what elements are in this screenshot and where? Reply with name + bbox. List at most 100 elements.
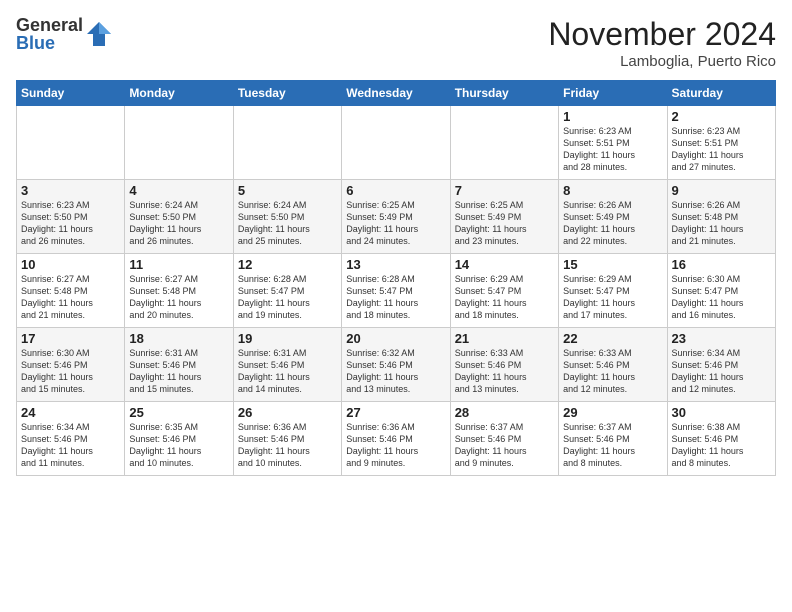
table-cell: 30Sunrise: 6:38 AM Sunset: 5:46 PM Dayli… xyxy=(667,402,775,476)
day-number: 12 xyxy=(238,257,337,272)
day-info: Sunrise: 6:33 AM Sunset: 5:46 PM Dayligh… xyxy=(455,347,554,396)
day-info: Sunrise: 6:24 AM Sunset: 5:50 PM Dayligh… xyxy=(238,199,337,248)
table-cell: 19Sunrise: 6:31 AM Sunset: 5:46 PM Dayli… xyxy=(233,328,341,402)
table-cell: 2Sunrise: 6:23 AM Sunset: 5:51 PM Daylig… xyxy=(667,106,775,180)
day-info: Sunrise: 6:30 AM Sunset: 5:46 PM Dayligh… xyxy=(21,347,120,396)
day-number: 11 xyxy=(129,257,228,272)
day-number: 17 xyxy=(21,331,120,346)
day-info: Sunrise: 6:36 AM Sunset: 5:46 PM Dayligh… xyxy=(346,421,445,470)
header: General Blue November 2024 Lamboglia, Pu… xyxy=(16,16,776,70)
table-cell: 12Sunrise: 6:28 AM Sunset: 5:47 PM Dayli… xyxy=(233,254,341,328)
day-number: 3 xyxy=(21,183,120,198)
table-cell xyxy=(125,106,233,180)
table-cell: 18Sunrise: 6:31 AM Sunset: 5:46 PM Dayli… xyxy=(125,328,233,402)
day-number: 28 xyxy=(455,405,554,420)
day-info: Sunrise: 6:28 AM Sunset: 5:47 PM Dayligh… xyxy=(346,273,445,322)
day-number: 6 xyxy=(346,183,445,198)
day-info: Sunrise: 6:33 AM Sunset: 5:46 PM Dayligh… xyxy=(563,347,662,396)
day-number: 24 xyxy=(21,405,120,420)
table-cell: 6Sunrise: 6:25 AM Sunset: 5:49 PM Daylig… xyxy=(342,180,450,254)
calendar-row: 24Sunrise: 6:34 AM Sunset: 5:46 PM Dayli… xyxy=(17,402,776,476)
table-cell: 26Sunrise: 6:36 AM Sunset: 5:46 PM Dayli… xyxy=(233,402,341,476)
day-info: Sunrise: 6:32 AM Sunset: 5:46 PM Dayligh… xyxy=(346,347,445,396)
table-cell xyxy=(17,106,125,180)
day-info: Sunrise: 6:24 AM Sunset: 5:50 PM Dayligh… xyxy=(129,199,228,248)
table-cell: 15Sunrise: 6:29 AM Sunset: 5:47 PM Dayli… xyxy=(559,254,667,328)
table-cell: 21Sunrise: 6:33 AM Sunset: 5:46 PM Dayli… xyxy=(450,328,558,402)
calendar-row: 10Sunrise: 6:27 AM Sunset: 5:48 PM Dayli… xyxy=(17,254,776,328)
table-cell: 17Sunrise: 6:30 AM Sunset: 5:46 PM Dayli… xyxy=(17,328,125,402)
table-cell xyxy=(342,106,450,180)
table-cell: 3Sunrise: 6:23 AM Sunset: 5:50 PM Daylig… xyxy=(17,180,125,254)
col-wednesday: Wednesday xyxy=(342,81,450,106)
table-cell: 11Sunrise: 6:27 AM Sunset: 5:48 PM Dayli… xyxy=(125,254,233,328)
col-thursday: Thursday xyxy=(450,81,558,106)
day-info: Sunrise: 6:27 AM Sunset: 5:48 PM Dayligh… xyxy=(21,273,120,322)
day-info: Sunrise: 6:27 AM Sunset: 5:48 PM Dayligh… xyxy=(129,273,228,322)
table-cell: 14Sunrise: 6:29 AM Sunset: 5:47 PM Dayli… xyxy=(450,254,558,328)
location: Lamboglia, Puerto Rico xyxy=(548,53,776,70)
day-info: Sunrise: 6:28 AM Sunset: 5:47 PM Dayligh… xyxy=(238,273,337,322)
calendar-row: 1Sunrise: 6:23 AM Sunset: 5:51 PM Daylig… xyxy=(17,106,776,180)
table-cell: 23Sunrise: 6:34 AM Sunset: 5:46 PM Dayli… xyxy=(667,328,775,402)
table-cell: 10Sunrise: 6:27 AM Sunset: 5:48 PM Dayli… xyxy=(17,254,125,328)
calendar-table: Sunday Monday Tuesday Wednesday Thursday… xyxy=(16,80,776,476)
day-number: 26 xyxy=(238,405,337,420)
table-cell: 24Sunrise: 6:34 AM Sunset: 5:46 PM Dayli… xyxy=(17,402,125,476)
table-cell: 4Sunrise: 6:24 AM Sunset: 5:50 PM Daylig… xyxy=(125,180,233,254)
table-cell: 25Sunrise: 6:35 AM Sunset: 5:46 PM Dayli… xyxy=(125,402,233,476)
col-tuesday: Tuesday xyxy=(233,81,341,106)
day-info: Sunrise: 6:23 AM Sunset: 5:50 PM Dayligh… xyxy=(21,199,120,248)
table-cell: 9Sunrise: 6:26 AM Sunset: 5:48 PM Daylig… xyxy=(667,180,775,254)
table-cell: 29Sunrise: 6:37 AM Sunset: 5:46 PM Dayli… xyxy=(559,402,667,476)
day-info: Sunrise: 6:26 AM Sunset: 5:48 PM Dayligh… xyxy=(672,199,771,248)
calendar-body: 1Sunrise: 6:23 AM Sunset: 5:51 PM Daylig… xyxy=(17,106,776,476)
day-info: Sunrise: 6:30 AM Sunset: 5:47 PM Dayligh… xyxy=(672,273,771,322)
day-number: 25 xyxy=(129,405,228,420)
day-info: Sunrise: 6:36 AM Sunset: 5:46 PM Dayligh… xyxy=(238,421,337,470)
calendar-header: Sunday Monday Tuesday Wednesday Thursday… xyxy=(17,81,776,106)
day-number: 10 xyxy=(21,257,120,272)
table-cell: 8Sunrise: 6:26 AM Sunset: 5:49 PM Daylig… xyxy=(559,180,667,254)
table-cell: 5Sunrise: 6:24 AM Sunset: 5:50 PM Daylig… xyxy=(233,180,341,254)
day-number: 8 xyxy=(563,183,662,198)
logo: General Blue xyxy=(16,16,113,52)
day-info: Sunrise: 6:35 AM Sunset: 5:46 PM Dayligh… xyxy=(129,421,228,470)
table-cell: 28Sunrise: 6:37 AM Sunset: 5:46 PM Dayli… xyxy=(450,402,558,476)
day-number: 21 xyxy=(455,331,554,346)
day-number: 2 xyxy=(672,109,771,124)
day-info: Sunrise: 6:29 AM Sunset: 5:47 PM Dayligh… xyxy=(455,273,554,322)
day-number: 1 xyxy=(563,109,662,124)
day-number: 13 xyxy=(346,257,445,272)
day-number: 27 xyxy=(346,405,445,420)
day-info: Sunrise: 6:38 AM Sunset: 5:46 PM Dayligh… xyxy=(672,421,771,470)
col-sunday: Sunday xyxy=(17,81,125,106)
month-title: November 2024 xyxy=(548,16,776,53)
table-cell: 16Sunrise: 6:30 AM Sunset: 5:47 PM Dayli… xyxy=(667,254,775,328)
day-info: Sunrise: 6:23 AM Sunset: 5:51 PM Dayligh… xyxy=(672,125,771,174)
day-info: Sunrise: 6:23 AM Sunset: 5:51 PM Dayligh… xyxy=(563,125,662,174)
table-cell: 27Sunrise: 6:36 AM Sunset: 5:46 PM Dayli… xyxy=(342,402,450,476)
day-number: 30 xyxy=(672,405,771,420)
day-info: Sunrise: 6:25 AM Sunset: 5:49 PM Dayligh… xyxy=(455,199,554,248)
day-number: 7 xyxy=(455,183,554,198)
day-number: 23 xyxy=(672,331,771,346)
logo-icon xyxy=(85,20,113,48)
table-cell: 7Sunrise: 6:25 AM Sunset: 5:49 PM Daylig… xyxy=(450,180,558,254)
day-info: Sunrise: 6:26 AM Sunset: 5:49 PM Dayligh… xyxy=(563,199,662,248)
day-info: Sunrise: 6:31 AM Sunset: 5:46 PM Dayligh… xyxy=(129,347,228,396)
day-number: 5 xyxy=(238,183,337,198)
table-cell xyxy=(233,106,341,180)
title-block: November 2024 Lamboglia, Puerto Rico xyxy=(548,16,776,70)
day-info: Sunrise: 6:25 AM Sunset: 5:49 PM Dayligh… xyxy=(346,199,445,248)
col-friday: Friday xyxy=(559,81,667,106)
table-cell xyxy=(450,106,558,180)
day-info: Sunrise: 6:29 AM Sunset: 5:47 PM Dayligh… xyxy=(563,273,662,322)
day-info: Sunrise: 6:37 AM Sunset: 5:46 PM Dayligh… xyxy=(563,421,662,470)
calendar-row: 17Sunrise: 6:30 AM Sunset: 5:46 PM Dayli… xyxy=(17,328,776,402)
table-cell: 13Sunrise: 6:28 AM Sunset: 5:47 PM Dayli… xyxy=(342,254,450,328)
day-number: 29 xyxy=(563,405,662,420)
table-cell: 1Sunrise: 6:23 AM Sunset: 5:51 PM Daylig… xyxy=(559,106,667,180)
day-number: 20 xyxy=(346,331,445,346)
table-cell: 20Sunrise: 6:32 AM Sunset: 5:46 PM Dayli… xyxy=(342,328,450,402)
